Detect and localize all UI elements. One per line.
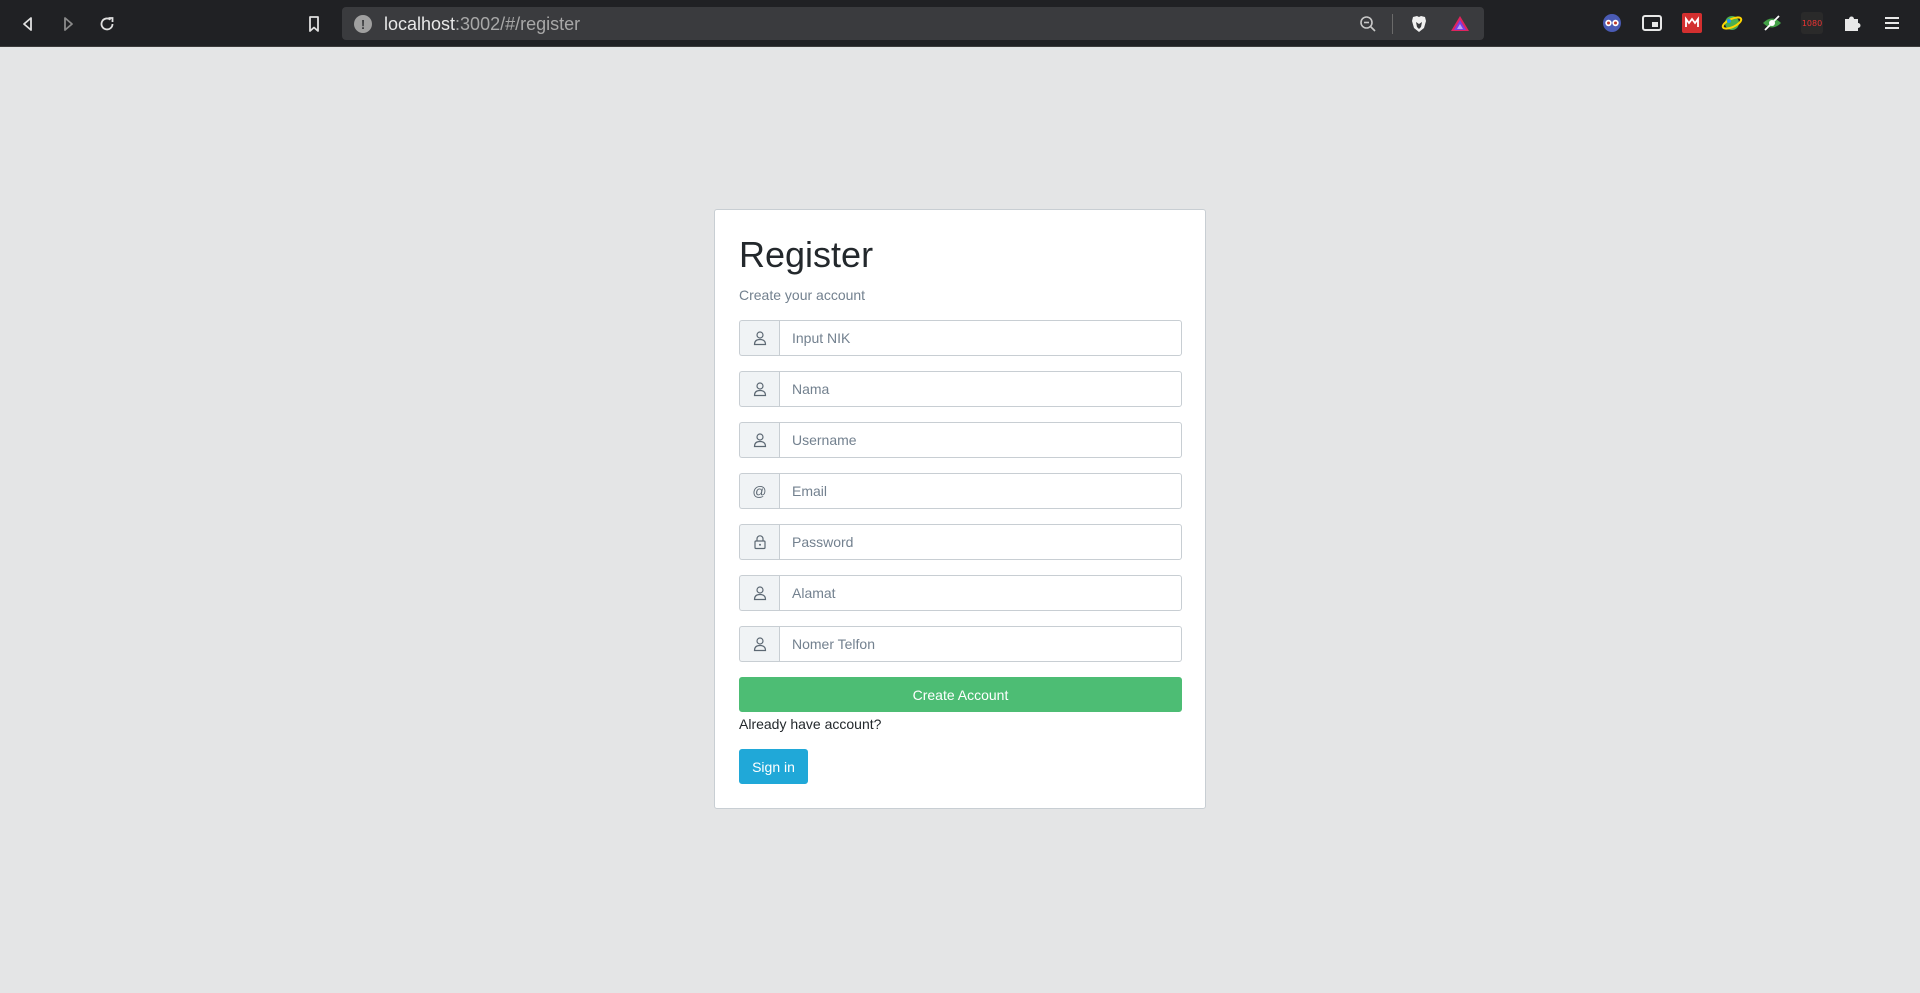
sign-in-button[interactable]: Sign in: [739, 749, 808, 784]
brave-rewards-icon[interactable]: [1449, 13, 1471, 35]
create-account-button[interactable]: Create Account: [739, 677, 1182, 712]
email-input-group: @: [739, 473, 1182, 509]
user-icon: [739, 320, 779, 356]
brave-shields-icon[interactable]: [1408, 13, 1430, 35]
telfon-input-group: [739, 626, 1182, 662]
bookmark-button[interactable]: [300, 10, 328, 38]
user-icon: [739, 422, 779, 458]
email-field[interactable]: [779, 473, 1182, 509]
back-icon: [23, 17, 32, 31]
forward-button[interactable]: [54, 10, 82, 38]
lock-icon: [739, 524, 779, 560]
password-input[interactable]: [779, 524, 1182, 560]
alamat-input-group: [739, 575, 1182, 611]
ext-1080-badge: 1080: [1801, 18, 1823, 28]
address-divider: [1392, 14, 1393, 34]
password-input-group: [739, 524, 1182, 560]
browser-toolbar: ! localhost:3002/#/register 1080: [0, 0, 1920, 47]
zoom-out-icon[interactable]: [1358, 14, 1378, 34]
nik-input[interactable]: [779, 320, 1182, 356]
ext-globe-icon[interactable]: [1721, 12, 1743, 34]
nama-input-group: [739, 371, 1182, 407]
site-info-icon[interactable]: !: [354, 15, 372, 33]
ext-eyes-icon[interactable]: [1601, 12, 1623, 34]
url-host: localhost: [384, 14, 456, 34]
telfon-input[interactable]: [779, 626, 1182, 662]
forward-icon: [64, 17, 73, 31]
page-subtitle: Create your account: [739, 287, 866, 303]
bookmark-icon: [309, 16, 319, 32]
user-icon: [739, 371, 779, 407]
address-bar[interactable]: ! localhost:3002/#/register: [342, 7, 1484, 40]
ext-1080-icon[interactable]: 1080: [1801, 12, 1823, 34]
already-have-account-text: Already have account?: [739, 716, 882, 732]
extensions-puzzle-icon[interactable]: [1841, 12, 1863, 34]
reload-icon: [100, 17, 114, 31]
url-text: localhost:3002/#/register: [384, 14, 580, 35]
user-icon: [739, 575, 779, 611]
nama-input[interactable]: [779, 371, 1182, 407]
menu-icon[interactable]: [1881, 12, 1903, 34]
url-path: :3002/#/register: [455, 14, 581, 34]
reload-button[interactable]: [93, 10, 121, 38]
at-icon: @: [739, 473, 779, 509]
nik-input-group: [739, 320, 1182, 356]
register-card: Register Create your account @: [714, 209, 1206, 809]
username-input-group: [739, 422, 1182, 458]
user-icon: [739, 626, 779, 662]
alamat-input[interactable]: [779, 575, 1182, 611]
page-title: Register: [739, 234, 874, 275]
username-input[interactable]: [779, 422, 1182, 458]
ext-m-icon[interactable]: [1681, 12, 1703, 34]
ext-eye-green-icon[interactable]: [1761, 12, 1783, 34]
ext-window-icon[interactable]: [1641, 12, 1663, 34]
back-button[interactable]: [14, 10, 42, 38]
